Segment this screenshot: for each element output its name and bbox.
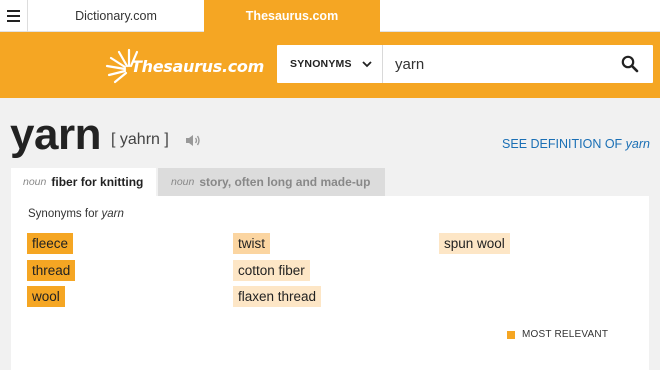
sense-definition: story, often long and made-up — [199, 175, 371, 189]
search-mode-dropdown[interactable]: SYNONYMS — [277, 45, 383, 83]
hamburger-menu-icon[interactable] — [0, 0, 28, 32]
synonym-chip[interactable]: flaxen thread — [233, 286, 322, 307]
synonym-chip[interactable]: spun wool — [439, 233, 510, 254]
pronunciation: [ yahrn ] — [111, 131, 169, 148]
see-definition-prefix: SEE DEFINITION OF — [502, 137, 626, 151]
top-nav-bar: Dictionary.com Thesaurus.com — [0, 0, 660, 32]
search-bar: SYNONYMS — [277, 45, 653, 83]
chevron-down-icon — [362, 61, 372, 68]
speaker-icon[interactable] — [185, 133, 201, 148]
thesaurus-logo[interactable]: Thesaurus.com — [103, 44, 264, 86]
headword: yarn — [10, 110, 101, 159]
see-definition-word: yarn — [625, 137, 650, 151]
synonym-chip[interactable]: cotton fiber — [233, 260, 310, 281]
synonym-chip[interactable]: fleece — [27, 233, 74, 254]
synonym-chip[interactable]: twist — [233, 233, 270, 254]
logo-text: Thesaurus.com — [131, 57, 264, 76]
synonym-chip[interactable]: thread — [27, 260, 76, 281]
synonyms-for-heading: Synonyms for yarn — [28, 208, 124, 220]
tab-thesaurus[interactable]: Thesaurus.com — [204, 0, 380, 32]
search-mode-label: SYNONYMS — [290, 58, 352, 70]
sense-definition: fiber for knitting — [51, 175, 144, 189]
relevance-legend: MOST RELEVANT — [507, 329, 608, 340]
synonyms-for-word: yarn — [101, 208, 124, 220]
see-definition-link[interactable]: SEE DEFINITION OF yarn — [502, 137, 650, 151]
site-header: Thesaurus.com SYNONYMS — [0, 32, 660, 98]
synonyms-panel: Synonyms for yarn fleece thread wool twi… — [11, 196, 649, 370]
search-icon[interactable] — [621, 55, 639, 73]
legend-label: MOST RELEVANT — [522, 329, 609, 340]
synonyms-for-prefix: Synonyms for — [28, 208, 102, 220]
search-input[interactable] — [395, 45, 610, 83]
tab-dictionary[interactable]: Dictionary.com — [28, 0, 204, 32]
part-of-speech: noun — [171, 176, 195, 188]
legend-swatch — [507, 330, 515, 339]
part-of-speech: noun — [23, 176, 47, 188]
sense-tab-fiber-for-knitting[interactable]: noun fiber for knitting — [11, 168, 156, 196]
sense-tab-story[interactable]: noun story, often long and made-up — [158, 168, 385, 196]
synonym-chip[interactable]: wool — [27, 286, 65, 307]
